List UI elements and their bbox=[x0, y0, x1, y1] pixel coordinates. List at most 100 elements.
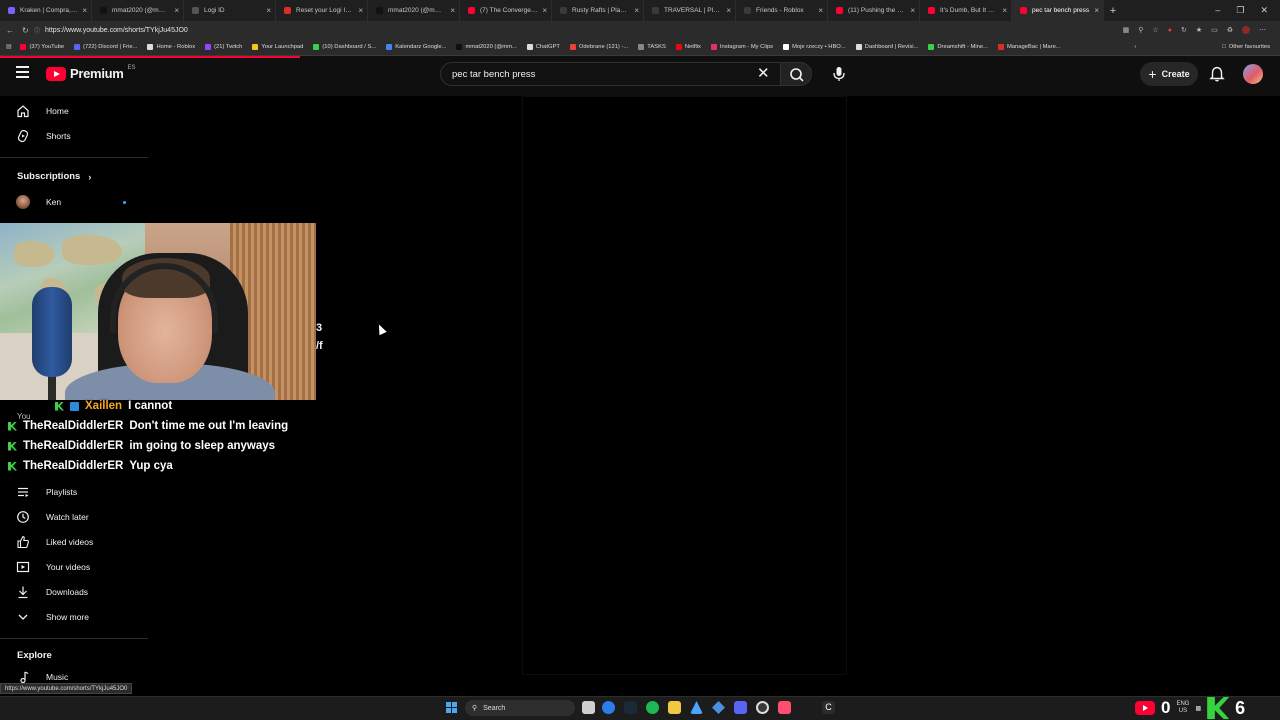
sidebar-item-watch-later[interactable]: Watch later bbox=[16, 507, 89, 527]
bookmark-item[interactable]: Dashboard | Revisi... bbox=[851, 44, 924, 50]
youtube-play-logo-icon bbox=[46, 66, 66, 81]
bookmark-item[interactable]: ManageBac | Mare... bbox=[993, 44, 1066, 50]
hamburger-menu-icon[interactable] bbox=[16, 66, 32, 80]
browser-tab[interactable]: pec tar bench press × bbox=[1012, 0, 1104, 21]
bookmark-item[interactable]: Instagram - My Clips bbox=[706, 44, 778, 50]
bookmark-item[interactable]: Home - Roblox bbox=[142, 44, 200, 50]
profile-icon[interactable] bbox=[1242, 26, 1250, 34]
bookmark-item[interactable]: ChatGPT bbox=[522, 44, 565, 50]
sidebar-item-downloads[interactable]: Downloads bbox=[16, 582, 88, 602]
browser-tab[interactable]: mmat2020 (@mmat2020)... × bbox=[368, 0, 460, 21]
youtube-premium-logo[interactable]: Premium ES bbox=[46, 65, 136, 81]
favorites-icon[interactable]: ★ bbox=[1196, 26, 1202, 34]
language-indicator[interactable]: ENG US bbox=[1176, 701, 1189, 715]
youtube-tray-icon[interactable] bbox=[1135, 701, 1155, 715]
more-bookmarks-chevron-icon[interactable]: › bbox=[1134, 44, 1136, 50]
extension-red-icon[interactable]: ● bbox=[1168, 27, 1172, 34]
tab-close-icon[interactable]: × bbox=[450, 6, 455, 15]
app-available-icon[interactable]: ▦ bbox=[1123, 26, 1130, 34]
voice-search-button[interactable] bbox=[828, 62, 850, 86]
reload-icon[interactable]: ↻ bbox=[22, 26, 29, 35]
minimize-icon[interactable]: – bbox=[1215, 5, 1220, 16]
steam-icon[interactable] bbox=[624, 701, 637, 714]
browser-tab[interactable]: (11) Pushing the human... × bbox=[828, 0, 920, 21]
collections-icon[interactable]: ▭ bbox=[1211, 26, 1218, 34]
file-explorer-icon[interactable] bbox=[668, 701, 681, 714]
bookmark-item[interactable]: mmat2020 (@mm... bbox=[451, 44, 521, 50]
clear-search-icon[interactable]: ✕ bbox=[757, 66, 770, 81]
bookmark-item[interactable]: (21) Twitch bbox=[200, 44, 247, 50]
bookmark-item[interactable]: Your Launchpad bbox=[247, 44, 308, 50]
bookmark-item[interactable]: (37) YouTube bbox=[15, 44, 69, 50]
spotify-icon[interactable] bbox=[646, 701, 659, 714]
browser-tab[interactable]: Kraken | Compra, vende y... × bbox=[0, 0, 92, 21]
tab-close-icon[interactable]: × bbox=[634, 6, 639, 15]
taskbar-search-box[interactable]: ⚲ Search bbox=[465, 700, 575, 716]
create-button[interactable]: + Create bbox=[1140, 62, 1198, 86]
sidebar-toggle-icon[interactable]: ▤ bbox=[6, 44, 11, 50]
tab-close-icon[interactable]: × bbox=[358, 6, 363, 15]
browser-tab[interactable]: TRAVERSAL | Play on Rob... × bbox=[644, 0, 736, 21]
tab-close-icon[interactable]: × bbox=[1002, 6, 1007, 15]
notifications-bell-icon[interactable] bbox=[1208, 65, 1226, 83]
browser-tab[interactable]: Rusty Rafts | Play on Rob... × bbox=[552, 0, 644, 21]
sidebar-item-your-videos[interactable]: Your videos bbox=[16, 557, 90, 577]
zoom-icon[interactable]: ⚲ bbox=[1138, 26, 1143, 34]
bookmark-item[interactable]: Moje rzeczy • HBO... bbox=[778, 44, 851, 50]
browser-tab[interactable]: mmat2020 (@mmat2020)... × bbox=[92, 0, 184, 21]
network-icon[interactable]: ▩ bbox=[1195, 705, 1201, 712]
sidebar-item-show-more[interactable]: Show more bbox=[16, 607, 89, 627]
account-avatar[interactable] bbox=[1243, 64, 1263, 84]
bookmark-item[interactable]: TASKS bbox=[633, 44, 671, 50]
browser-tab[interactable]: It's Dumb, But It Builds M... × bbox=[920, 0, 1012, 21]
app-red-icon[interactable] bbox=[778, 701, 791, 714]
tab-close-icon[interactable]: × bbox=[542, 6, 547, 15]
bookmark-item[interactable]: Odebrane (121) -... bbox=[565, 44, 633, 50]
bookmark-item[interactable]: Netflix bbox=[671, 44, 706, 50]
windows-start-icon[interactable] bbox=[446, 702, 458, 714]
tab-close-icon[interactable]: × bbox=[818, 6, 823, 15]
tab-close-icon[interactable]: × bbox=[726, 6, 731, 15]
subscriptions-heading[interactable]: Subscriptions › bbox=[17, 171, 91, 182]
back-icon[interactable]: ← bbox=[6, 26, 14, 35]
discord-icon[interactable] bbox=[734, 701, 747, 714]
tab-close-icon[interactable]: × bbox=[266, 6, 271, 15]
close-window-icon[interactable]: ✕ bbox=[1260, 5, 1268, 16]
site-info-icon[interactable]: ⓘ bbox=[34, 26, 40, 35]
other-favourites-folder[interactable]: □ Other favourites bbox=[1217, 44, 1280, 50]
extensions-icon[interactable]: ♻ bbox=[1227, 26, 1233, 34]
favorite-star-icon[interactable]: ☆ bbox=[1152, 26, 1158, 34]
browser-tab[interactable]: Reset your Logi ID passw... × bbox=[276, 0, 368, 21]
browser-tab[interactable]: Friends - Roblox × bbox=[736, 0, 828, 21]
tab-close-icon[interactable]: × bbox=[174, 6, 179, 15]
bookmark-item[interactable]: Kalendarz Google... bbox=[381, 44, 451, 50]
more-options-icon[interactable]: ⋯ bbox=[1259, 26, 1266, 34]
sidebar-item-home[interactable]: Home bbox=[16, 101, 69, 121]
browser-tab[interactable]: Logi ID × bbox=[184, 0, 276, 21]
shorts-icon bbox=[16, 129, 30, 143]
tab-close-icon[interactable]: × bbox=[1094, 6, 1099, 15]
tab-close-icon[interactable]: × bbox=[910, 6, 915, 15]
shorts-video-player[interactable] bbox=[522, 96, 847, 675]
restore-icon[interactable]: ❐ bbox=[1236, 5, 1244, 16]
bookmark-item[interactable]: (722) Discord | Frie... bbox=[69, 44, 142, 50]
edge-browser-icon[interactable] bbox=[602, 701, 615, 714]
new-tab-icon[interactable]: + bbox=[1104, 5, 1122, 17]
search-button[interactable] bbox=[780, 62, 812, 86]
sidebar-item-subscription-ken[interactable]: Ken bbox=[16, 192, 61, 212]
search-input[interactable]: pec tar bench press bbox=[440, 62, 780, 86]
tab-close-icon[interactable]: × bbox=[82, 6, 87, 15]
sidebar-item-shorts[interactable]: Shorts bbox=[16, 126, 71, 146]
obs-icon[interactable] bbox=[756, 701, 769, 714]
task-view-icon[interactable] bbox=[582, 701, 595, 714]
streamer-webcam-overlay bbox=[0, 223, 316, 400]
sidebar-item-playlists[interactable]: Playlists bbox=[16, 482, 77, 502]
bookmark-item[interactable]: Dreamshift - Mine... bbox=[923, 44, 993, 50]
refresh-extension-icon[interactable]: ↻ bbox=[1181, 26, 1187, 34]
bookmark-favicon-icon bbox=[526, 44, 533, 50]
url-field[interactable]: ⓘ https://www.youtube.com/shorts/TYkjJu4… bbox=[34, 26, 188, 35]
bookmark-item[interactable]: (10) Dashboard / S... bbox=[308, 44, 381, 50]
browser-tab[interactable]: (7) The Convergence Mu... × bbox=[460, 0, 552, 21]
app-c-icon[interactable]: С bbox=[822, 701, 835, 714]
sidebar-item-liked-videos[interactable]: Liked videos bbox=[16, 532, 93, 552]
